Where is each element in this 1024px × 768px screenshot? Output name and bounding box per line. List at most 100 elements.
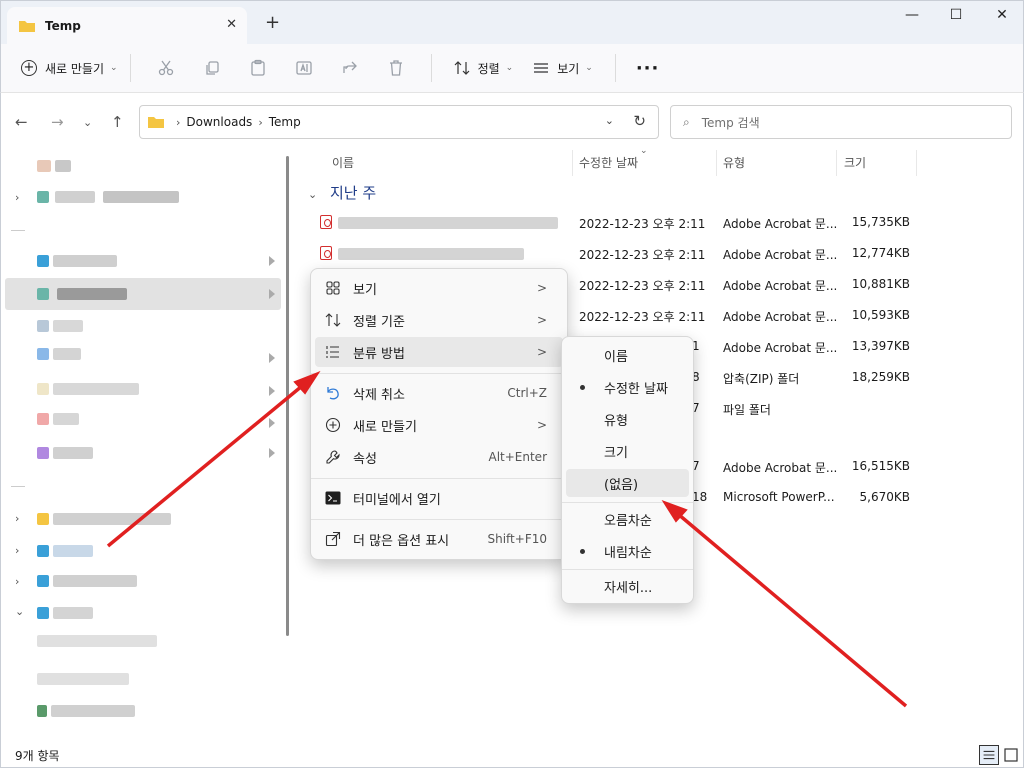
details-view-icon[interactable] [979, 745, 999, 765]
new-tab-button[interactable]: + [265, 12, 280, 33]
new-button[interactable]: + 새로 만들기 ⌄ [21, 60, 118, 77]
menu-item-label: 새로 만들기 [353, 419, 417, 435]
expand-chevron-icon[interactable]: › [15, 544, 19, 557]
nav-item-obscured[interactable] [37, 508, 171, 530]
address-dropdown-icon[interactable]: ⌄ [605, 114, 614, 127]
file-row[interactable]: 2022-12-23 오후 2:11 Adobe Acrobat 문... 12… [296, 238, 1024, 269]
file-size: 12,774KB [851, 246, 910, 260]
group-option-date-modified[interactable]: 수정한 날짜 [566, 373, 689, 401]
column-header-type[interactable]: 유형 [723, 154, 745, 171]
nav-item-obscured[interactable] [37, 540, 93, 562]
search-input[interactable]: ⌕ Temp 검색 [670, 105, 1012, 139]
file-type: Adobe Acrobat 문... [723, 310, 838, 324]
more-button[interactable]: ··· [636, 58, 660, 79]
obscured-content [37, 413, 49, 425]
column-header-name[interactable]: 이름 [332, 154, 354, 171]
rename-icon[interactable] [295, 59, 313, 77]
expand-chevron-icon[interactable]: › [15, 512, 19, 525]
minimize-button[interactable]: — [897, 7, 927, 27]
expand-chevron-icon[interactable]: › [15, 191, 19, 204]
paste-icon[interactable] [249, 59, 267, 77]
group-header-last-week[interactable]: ⌄ 지난 주 [308, 182, 376, 203]
up-icon[interactable]: ↑ [111, 113, 124, 131]
delete-icon[interactable] [387, 59, 405, 77]
file-date: 2022-12-23 오후 2:11 [579, 248, 706, 262]
copy-icon[interactable] [203, 59, 221, 77]
nav-item-obscured[interactable] [37, 186, 179, 208]
menu-item-group-by[interactable]: 분류 방법 > [315, 337, 563, 367]
nav-item-obscured[interactable] [37, 570, 137, 592]
nav-item-obscured[interactable] [37, 343, 81, 365]
sort-icon [454, 61, 469, 75]
maximize-button[interactable]: ☐ [941, 7, 971, 27]
obscured-content [57, 288, 127, 300]
nav-item-obscured[interactable] [37, 283, 127, 305]
sort-button[interactable]: 정렬 ⌄ [454, 60, 513, 77]
nav-item-obscured[interactable] [37, 700, 135, 722]
tab-close-icon[interactable]: ✕ [226, 17, 237, 32]
menu-item-properties[interactable]: 속성 Alt+Enter [315, 442, 563, 472]
menu-item-new[interactable]: 새로 만들기 > [315, 410, 563, 440]
file-row[interactable]: 2022-12-23 오후 2:11 Adobe Acrobat 문... 15… [296, 207, 1024, 238]
view-button[interactable]: 보기 ⌄ [533, 60, 593, 77]
nav-item-obscured[interactable] [37, 602, 93, 624]
address-bar[interactable]: › Downloads › Temp ⌄ ↻ [139, 105, 659, 139]
group-option-name[interactable]: 이름 [566, 341, 689, 369]
menu-item-open-terminal[interactable]: 터미널에서 열기 [315, 483, 563, 513]
group-option-ascending[interactable]: 오름차순 [566, 505, 689, 533]
menu-item-sort-by[interactable]: 정렬 기준 > [315, 305, 563, 335]
option-label: 유형 [604, 413, 628, 429]
nav-item-obscured[interactable] [37, 378, 139, 400]
nav-item-obscured[interactable] [37, 408, 79, 430]
nav-item-obscured[interactable] [37, 442, 93, 464]
obscured-content [37, 320, 49, 332]
forward-icon[interactable]: → [51, 113, 64, 131]
breadcrumb-temp[interactable]: Temp [269, 115, 301, 129]
column-divider [836, 150, 837, 176]
column-header-date[interactable]: 수정한 날짜 [579, 154, 638, 171]
tab-title: Temp [45, 19, 81, 33]
file-type: Adobe Acrobat 문... [723, 248, 838, 262]
pin-icon [269, 353, 275, 363]
plus-icon: + [21, 60, 37, 76]
toolbar-divider [430, 54, 432, 82]
chevron-down-icon: ⌄ [585, 63, 593, 73]
submenu-arrow-icon: > [536, 418, 547, 432]
nav-item-obscured[interactable] [37, 315, 83, 337]
column-header-size[interactable]: 크기 [844, 154, 866, 171]
column-divider [916, 150, 917, 176]
obscured-content [37, 545, 49, 557]
obscured-content [37, 160, 51, 172]
sidebar-scrollbar[interactable] [286, 156, 289, 636]
group-option-size[interactable]: 크기 [566, 437, 689, 465]
breadcrumb-downloads[interactable]: Downloads [186, 115, 252, 129]
nav-item-obscured[interactable] [37, 250, 117, 272]
share-icon[interactable] [341, 59, 359, 77]
sort-label: 정렬 [477, 61, 500, 76]
menu-item-view[interactable]: 보기 > [315, 273, 563, 303]
divider [11, 230, 25, 231]
group-option-type[interactable]: 유형 [566, 405, 689, 433]
collapse-chevron-icon[interactable]: ⌄ [15, 605, 24, 618]
menu-item-show-more-options[interactable]: 더 많은 옵션 표시 Shift+F10 [315, 524, 563, 554]
search-placeholder: Temp 검색 [701, 115, 760, 130]
group-option-none[interactable]: (없음) [566, 469, 689, 497]
nav-item-obscured[interactable] [37, 155, 71, 177]
close-button[interactable]: ✕ [987, 7, 1017, 27]
refresh-icon[interactable]: ↻ [633, 112, 646, 130]
tiles-view-icon[interactable] [1003, 747, 1019, 763]
shortcut-hint: Ctrl+Z [507, 386, 547, 400]
pin-icon [269, 448, 275, 458]
expand-chevron-icon[interactable]: › [15, 575, 19, 588]
recent-chevron-icon[interactable]: ⌄ [83, 116, 92, 129]
nav-item-obscured[interactable] [37, 630, 157, 652]
folder-icon [148, 117, 164, 128]
group-option-more[interactable]: 자세히... [566, 572, 689, 600]
menu-item-undo-delete[interactable]: 삭제 취소 Ctrl+Z [315, 378, 563, 408]
menu-item-label: 더 많은 옵션 표시 [353, 533, 450, 549]
tab-temp[interactable]: Temp ✕ [7, 7, 247, 45]
back-icon[interactable]: ← [15, 113, 28, 131]
group-option-descending[interactable]: 내림차순 [566, 537, 689, 565]
nav-item-obscured[interactable] [37, 668, 129, 690]
cut-icon[interactable] [157, 59, 175, 77]
